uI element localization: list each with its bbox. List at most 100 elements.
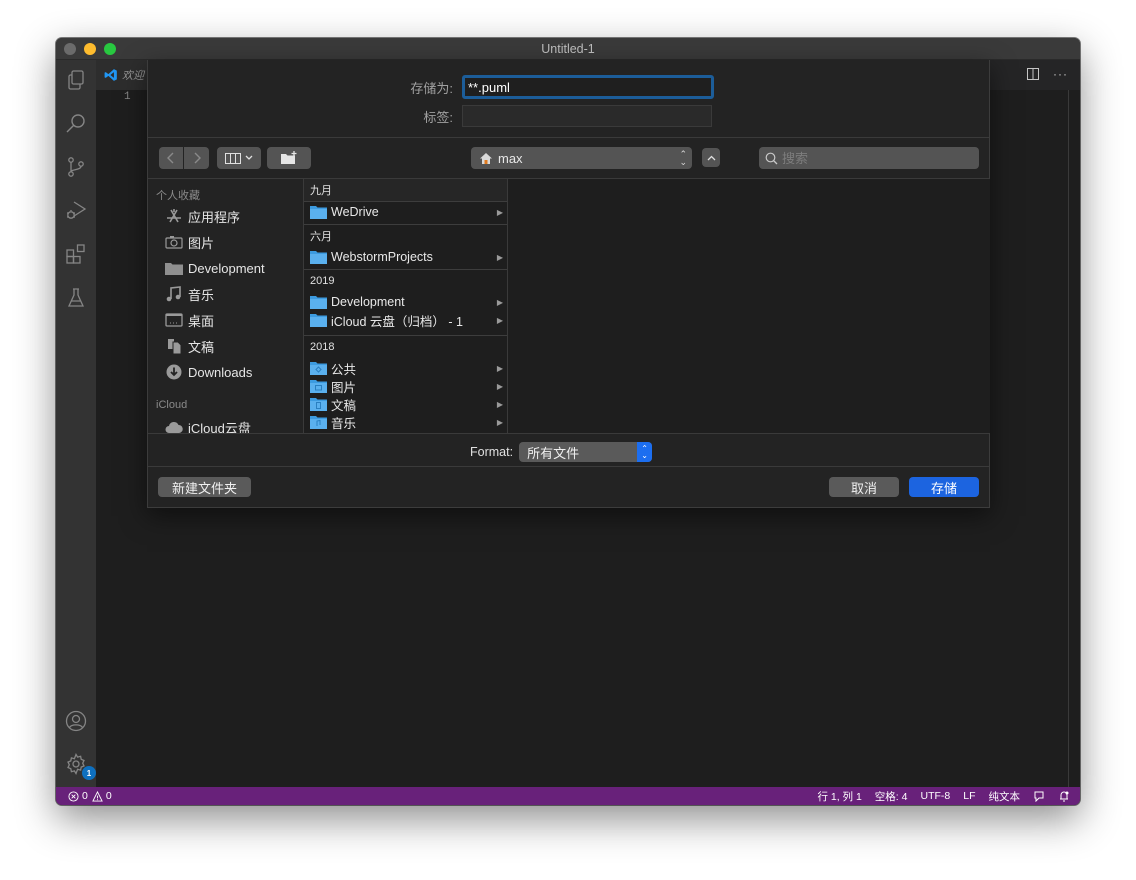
sidebar-item-downloads[interactable]: Downloads (165, 362, 252, 382)
sidebar-item-label: 桌面 (188, 313, 215, 329)
camera-icon (165, 236, 183, 249)
explorer-icon[interactable] (64, 68, 88, 92)
pictures-folder-icon (310, 380, 327, 393)
editor-scrollbar[interactable] (1068, 90, 1080, 787)
search-input[interactable] (782, 150, 962, 166)
close-window-button[interactable] (64, 43, 76, 55)
sidebar-item-applications[interactable]: 应用程序 (165, 206, 240, 226)
tags-input[interactable] (462, 105, 712, 127)
window-controls (64, 43, 116, 55)
source-control-icon[interactable] (64, 155, 88, 179)
sidebar-item-icloud-drive[interactable]: iCloud云盘 (165, 417, 251, 433)
documents-icon (168, 339, 182, 354)
sidebar-item-desktop[interactable]: 桌面 (165, 310, 214, 330)
window-title: Untitled-1 (541, 41, 595, 56)
folder-row-public[interactable]: 公共 ▶ (304, 359, 507, 377)
save-as-input[interactable] (462, 75, 714, 99)
folder-name: Development (331, 295, 405, 309)
chevron-left-icon (167, 152, 174, 164)
sidebar-item-label: 应用程序 (188, 209, 241, 225)
music-note-icon (166, 286, 181, 302)
search-icon[interactable] (64, 111, 88, 135)
folder-icon (310, 296, 327, 309)
folder-row-icloud-archive[interactable]: iCloud 云盘（归档） - 1 ▶ (304, 311, 507, 329)
save-button[interactable]: 存储 (909, 477, 979, 497)
vscode-window: Untitled-1 1 欢迎 ··· 1 0 0 行 1, 列 1 空格: 4… (56, 38, 1080, 805)
format-select[interactable]: 所有文件 ⌃ ⌄ (519, 442, 653, 462)
chevron-right-icon (194, 152, 201, 164)
warning-count: 0 (105, 790, 112, 802)
group-header: 六月 (304, 225, 507, 247)
disclosure-arrow-icon: ▶ (496, 381, 503, 391)
location-popup[interactable]: max ⌃ ⌄ (471, 147, 692, 169)
collapse-dialog-button[interactable] (702, 148, 720, 167)
split-editor-icon[interactable] (1027, 68, 1039, 80)
folder-row-pictures[interactable]: 图片 ▶ (304, 377, 507, 395)
search-field[interactable] (759, 147, 979, 169)
format-label: Format: (470, 445, 514, 459)
sidebar-item-music[interactable]: 音乐 (165, 284, 214, 304)
more-actions-icon[interactable]: ··· (1053, 67, 1068, 81)
folder-name: WeDrive (331, 205, 379, 219)
problems-indicator[interactable]: 0 0 (68, 790, 112, 802)
public-folder-icon (310, 362, 327, 375)
folder-row-wedrive[interactable]: WeDrive ▶ (304, 203, 507, 221)
folder-row-development[interactable]: Development ▶ (304, 293, 507, 311)
cancel-button[interactable]: 取消 (829, 477, 899, 497)
cloud-icon (165, 421, 183, 433)
folder-icon (310, 314, 327, 327)
manage-gear-icon[interactable]: 1 (64, 752, 96, 780)
back-button[interactable] (159, 147, 183, 169)
desktop-icon (165, 313, 183, 327)
line-number: 1 (124, 91, 131, 103)
chevron-up-icon (707, 155, 715, 160)
testing-flask-icon[interactable] (64, 286, 88, 310)
notifications-bell-icon[interactable] (1058, 790, 1070, 802)
finder-sidebar: 个人收藏 应用程序 图片 Development 音乐 桌面 文稿 Downlo… (148, 179, 303, 433)
end-of-line[interactable]: LF (963, 790, 975, 802)
encoding[interactable]: UTF-8 (920, 790, 950, 802)
save-as-label: 存储为: (410, 80, 453, 96)
extensions-icon[interactable] (64, 242, 88, 266)
new-folder-button[interactable]: 新建文件夹 (158, 477, 251, 497)
sidebar-item-label: iCloud云盘 (188, 420, 251, 434)
vscode-logo-icon (104, 69, 117, 81)
forward-button[interactable] (184, 147, 209, 169)
new-folder-toolbar-button[interactable] (267, 147, 311, 169)
sidebar-item-pictures[interactable]: 图片 (165, 232, 214, 252)
magnifier-icon (765, 152, 778, 164)
empty-column (508, 179, 990, 433)
sidebar-item-label: 音乐 (188, 287, 215, 303)
folder-row-webstormprojects[interactable]: WebstormProjects ▶ (304, 248, 507, 266)
error-count: 0 (82, 790, 88, 802)
applications-icon (167, 209, 181, 223)
documents-folder-icon (310, 398, 327, 411)
feedback-icon[interactable] (1033, 790, 1045, 802)
format-row: Format: 所有文件 ⌃ ⌄ (470, 442, 653, 462)
save-dialog: 存储为: 标签: max ⌃⌄ (147, 60, 990, 508)
minimize-window-button[interactable] (84, 43, 96, 55)
title-bar: Untitled-1 (56, 38, 1080, 60)
folder-row-documents[interactable]: 文稿 ▶ (304, 395, 507, 413)
indentation[interactable]: 空格: 4 (875, 789, 908, 804)
folder-name: 文稿 (331, 398, 357, 413)
disclosure-arrow-icon: ▶ (496, 252, 503, 262)
location-label: max (498, 150, 523, 166)
accounts-icon[interactable] (64, 709, 88, 733)
view-mode-button[interactable] (217, 147, 261, 169)
tags-label: 标签: (423, 109, 453, 125)
folder-name: 图片 (331, 380, 357, 395)
tab-label: 欢迎 (122, 70, 144, 82)
group-header: 2018 (304, 336, 507, 358)
language-mode[interactable]: 纯文本 (989, 789, 1021, 804)
manage-badge: 1 (82, 766, 96, 780)
tab-welcome[interactable]: 欢迎 (96, 60, 148, 90)
disclosure-arrow-icon: ▶ (496, 297, 503, 307)
cursor-position[interactable]: 行 1, 列 1 (817, 789, 861, 804)
run-debug-icon[interactable] (64, 198, 88, 222)
sidebar-item-development[interactable]: Development (165, 258, 265, 278)
divider (148, 137, 989, 138)
maximize-window-button[interactable] (104, 43, 116, 55)
sidebar-item-documents[interactable]: 文稿 (165, 336, 214, 356)
folder-row-music[interactable]: 音乐 ▶ (304, 413, 507, 431)
